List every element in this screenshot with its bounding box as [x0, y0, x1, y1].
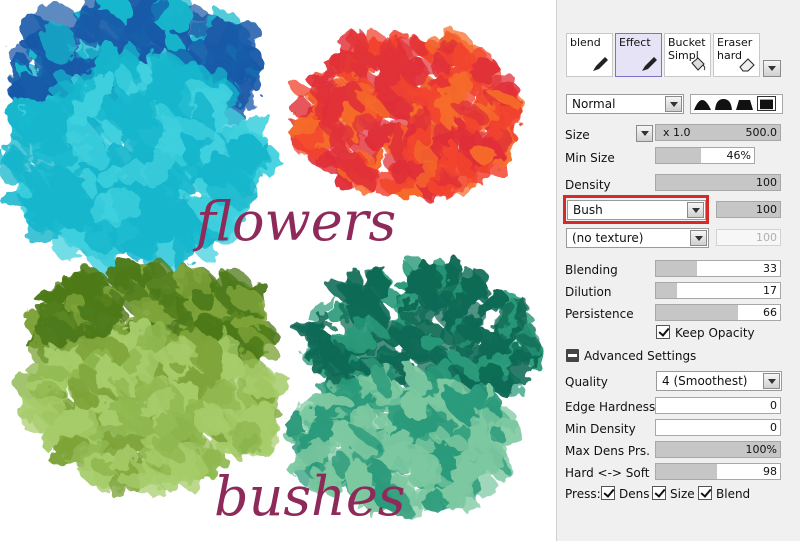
density-label: Density [565, 178, 611, 192]
painting-area: flowers bushes [0, 0, 544, 528]
brush-list-scroll-button[interactable] [763, 60, 781, 77]
paint-dab [152, 60, 167, 86]
min-size-label: Min Size [565, 151, 615, 165]
chevron-down-icon [763, 373, 780, 389]
brush-preset-label: blend [570, 36, 601, 49]
brush-preset-label: Effect [619, 36, 651, 49]
shape-flat-icon[interactable] [757, 96, 776, 111]
min-density-value: 0 [770, 421, 777, 434]
flowers-label: flowers [192, 190, 396, 253]
advanced-settings-label: Advanced Settings [584, 349, 697, 363]
size-slider[interactable]: x 1.0 500.0 [655, 124, 781, 141]
press-dens-label: Dens [619, 487, 650, 501]
size-multiplier: x 1.0 [663, 126, 691, 139]
hard-soft-label: Hard <-> Soft [565, 466, 650, 480]
brush-preset-blend[interactable]: blend [566, 33, 613, 77]
paint-dab [230, 420, 263, 454]
red-flower-swatch [287, 27, 525, 201]
density-slider[interactable]: 100 [655, 174, 781, 191]
max-dens-prs-value: 100% [745, 443, 777, 456]
persistence-value: 66 [763, 306, 777, 319]
edge-hardness-slider[interactable]: 0 [655, 397, 781, 414]
texture-amount: 100 [756, 231, 777, 244]
size-label: Size [565, 128, 590, 142]
brush-texture-select[interactable]: (no texture) [566, 228, 709, 248]
min-size-slider[interactable]: 46% [655, 147, 755, 164]
blending-value: 33 [763, 262, 777, 275]
quality-select[interactable]: 4 (Smoothest) [656, 371, 782, 391]
blend-mode-select[interactable]: Normal [566, 94, 684, 114]
shape-soft-icon[interactable] [735, 96, 754, 111]
blending-slider[interactable]: 33 [655, 260, 781, 277]
pen-icon [593, 57, 608, 71]
texture-amount-slider: 100 [716, 229, 781, 246]
keep-opacity-checkbox[interactable] [656, 325, 670, 339]
edge-hardness-label: Edge Hardness [565, 400, 656, 414]
chevron-down-icon [690, 230, 707, 246]
eraser-icon [739, 58, 755, 72]
max-dens-prs-slider[interactable]: 100% [655, 441, 781, 458]
persistence-slider[interactable]: 66 [655, 304, 781, 321]
blend-mode-value: Normal [572, 97, 616, 111]
size-range-button[interactable] [636, 125, 653, 142]
min-density-label: Min Density [565, 422, 636, 436]
size-value: 500.0 [745, 126, 778, 139]
brush-shape-amount: 100 [756, 203, 777, 216]
min-size-value: 46% [726, 149, 751, 162]
collapse-icon[interactable] [566, 349, 579, 362]
quality-value: 4 (Smoothest) [662, 374, 748, 388]
brush-preset-eraser[interactable]: Eraser hard [713, 33, 760, 77]
persistence-label: Persistence [565, 307, 634, 321]
bushes-label: bushes [214, 465, 406, 528]
slider-fill [656, 305, 738, 320]
press-label: Press: [565, 487, 601, 501]
dilution-label: Dilution [565, 285, 612, 299]
hard-soft-slider[interactable]: 98 [655, 463, 781, 480]
shape-round-icon[interactable] [714, 96, 733, 111]
slider-fill [656, 261, 697, 276]
keep-opacity-label: Keep Opacity [675, 326, 755, 340]
brush-shape-amount-slider[interactable]: 100 [716, 201, 781, 218]
brush-texture-value: (no texture) [572, 231, 644, 245]
blending-label: Blending [565, 263, 618, 277]
edge-hardness-value: 0 [770, 399, 777, 412]
quality-label: Quality [565, 375, 608, 389]
press-size-label: Size [670, 487, 695, 501]
press-blend-label: Blend [716, 487, 751, 501]
brush-preset-effect[interactable]: Effect [615, 33, 662, 77]
density-value: 100 [756, 176, 777, 189]
slider-fill [656, 148, 702, 163]
shape-sharp-icon[interactable] [693, 96, 712, 111]
slider-fill [656, 464, 717, 479]
brush-preset-bucket[interactable]: Bucket Simpl [664, 33, 711, 77]
dilution-slider[interactable]: 17 [655, 282, 781, 299]
press-dens-checkbox[interactable] [601, 486, 615, 500]
min-density-slider[interactable]: 0 [655, 419, 781, 436]
slider-fill [656, 283, 678, 298]
press-size-checkbox[interactable] [652, 486, 666, 500]
pen-icon [642, 57, 657, 71]
bucket-icon [691, 57, 706, 71]
hard-soft-value: 98 [763, 465, 777, 478]
chevron-down-icon [665, 96, 682, 112]
dilution-value: 17 [763, 284, 777, 297]
brush-shape-highlight [563, 195, 709, 224]
press-blend-checkbox[interactable] [698, 486, 712, 500]
max-dens-prs-label: Max Dens Prs. [565, 444, 650, 458]
artwork-canvas[interactable]: flowers bushes [0, 0, 555, 541]
